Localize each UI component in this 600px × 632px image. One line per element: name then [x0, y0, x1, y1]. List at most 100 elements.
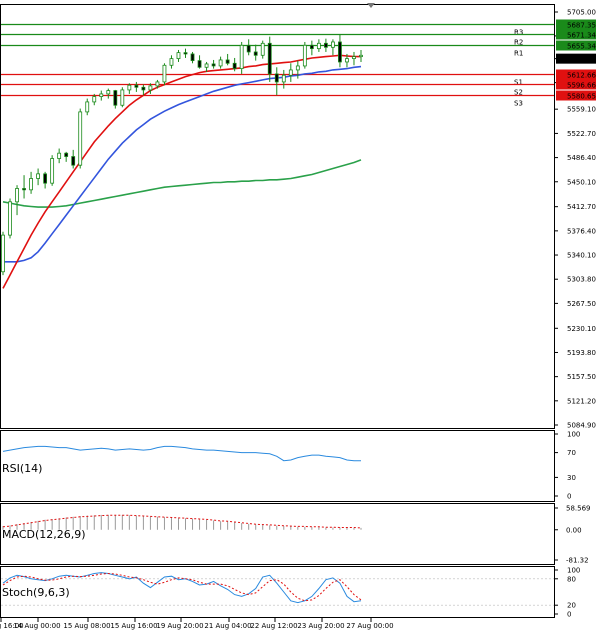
candle-body [64, 152, 69, 157]
candle-body [22, 188, 26, 191]
current-price-label: 5634.95 [567, 56, 596, 64]
candle-body [352, 56, 356, 60]
x-tick-label: 27 Aug 00:00 [346, 622, 393, 630]
x-tick-label: 15 Aug 08:00 [63, 622, 110, 630]
y-tick-label: 5522.70 [567, 130, 596, 138]
price-tag-label: 5671.34 [567, 32, 596, 40]
stoch-tick-label: 80 [567, 575, 576, 583]
candle-body [359, 54, 363, 58]
candle-body [309, 44, 314, 50]
candle-body [345, 58, 349, 63]
y-tick-label: 5705.00 [567, 9, 596, 17]
candle-body [99, 93, 104, 97]
candle-body [211, 63, 216, 67]
y-tick-label: 5450.10 [567, 178, 596, 186]
candle-body [218, 59, 223, 67]
candle-body [36, 173, 40, 179]
candle-body [232, 62, 237, 70]
candle-body [50, 158, 55, 184]
y-tick-label: 5303.80 [567, 276, 596, 284]
main-panel-frame [0, 4, 555, 429]
y-tick-label: 5376.40 [567, 227, 596, 235]
candle-body [295, 65, 300, 71]
stoch-tick-label: 0 [567, 611, 571, 619]
x-tick-label: 23 Aug 20:00 [297, 622, 344, 630]
candle-body [148, 85, 153, 91]
stoch-panel-frame [0, 566, 555, 618]
candle-body [176, 52, 181, 60]
chart-root: 5705.005669.105634.955599.005559.105522.… [0, 3, 596, 630]
candle [302, 41, 307, 69]
candle-body [274, 73, 279, 83]
y-tick-label: 5559.10 [567, 106, 596, 114]
y-tick-label: 5193.80 [567, 349, 596, 357]
macd-tick-label: 58.569 [566, 505, 591, 513]
rsi-label: RSI(14) [2, 462, 42, 475]
candle-body [331, 41, 335, 48]
candle-body [338, 41, 342, 63]
candle-body [85, 101, 90, 113]
candle [1, 231, 5, 276]
rsi-tick-label: 30 [567, 474, 576, 482]
x-tick-label: 22 Aug 12:00 [250, 622, 297, 630]
price-tag-label: 5596.66 [567, 82, 596, 90]
candle-body [162, 64, 167, 83]
candle-body [288, 69, 293, 76]
stoch-tick-label: 100 [567, 567, 580, 575]
candle-body [197, 60, 202, 68]
x-tick-label: 14 Aug 00:00 [13, 622, 60, 630]
candle-body [225, 59, 230, 64]
price-tag-label: 5655.34 [567, 43, 596, 51]
candle-body [267, 42, 272, 75]
candle-body [183, 52, 188, 55]
level-name-s1: S1 [514, 79, 523, 87]
candle-body [113, 90, 118, 106]
candle-body [246, 44, 251, 53]
candle-body [1, 234, 5, 273]
candle-body [316, 42, 321, 50]
candle-body [43, 173, 48, 184]
rsi-tick-label: 0 [567, 493, 571, 501]
level-name-r3: R3 [514, 29, 523, 37]
candle-body [57, 152, 62, 159]
rsi-tick-label: 100 [567, 431, 580, 439]
rsi-panel-frame [0, 430, 555, 502]
x-tick-label: 15 Aug 16:00 [110, 622, 157, 630]
candle-body [155, 81, 160, 87]
y-tick-label: 5340.10 [567, 252, 596, 260]
x-tick-label: 21 Aug 04:00 [204, 622, 251, 630]
macd-tick-label: -81.32 [566, 557, 589, 565]
candle-body [120, 89, 125, 106]
candle-body [281, 74, 286, 83]
y-tick-label: 5084.90 [567, 422, 596, 430]
candle [120, 87, 125, 108]
level-name-s3: S3 [514, 100, 523, 108]
candle [162, 63, 167, 86]
candle-body [78, 111, 83, 166]
candle [50, 155, 55, 186]
price-tag-label: 5612.66 [567, 72, 596, 80]
candle-body [253, 51, 258, 56]
stoch-label: Stoch(9,6,3) [2, 586, 70, 599]
y-tick-label: 5230.10 [567, 325, 596, 333]
candle-body [106, 90, 111, 95]
candle-body [302, 44, 307, 67]
candle-body [92, 96, 97, 103]
candle-body [324, 42, 328, 48]
y-tick-label: 5157.50 [567, 373, 596, 381]
candle-body [169, 58, 174, 66]
price-tag-label: 5580.65 [567, 93, 596, 101]
level-name-r1: R1 [514, 50, 523, 58]
candle-body [29, 178, 33, 191]
candle-body [260, 42, 265, 56]
candle-body [15, 188, 19, 203]
candle-body [134, 84, 139, 88]
candle-body [71, 156, 76, 166]
y-tick-label: 5121.20 [567, 397, 596, 405]
candle-body [8, 201, 12, 236]
candle [78, 108, 83, 169]
y-tick-label: 5267.50 [567, 300, 596, 308]
macd-label: MACD(12,26,9) [2, 528, 86, 541]
candle-body [127, 84, 132, 91]
x-tick-label: 19 Aug 20:00 [156, 622, 203, 630]
